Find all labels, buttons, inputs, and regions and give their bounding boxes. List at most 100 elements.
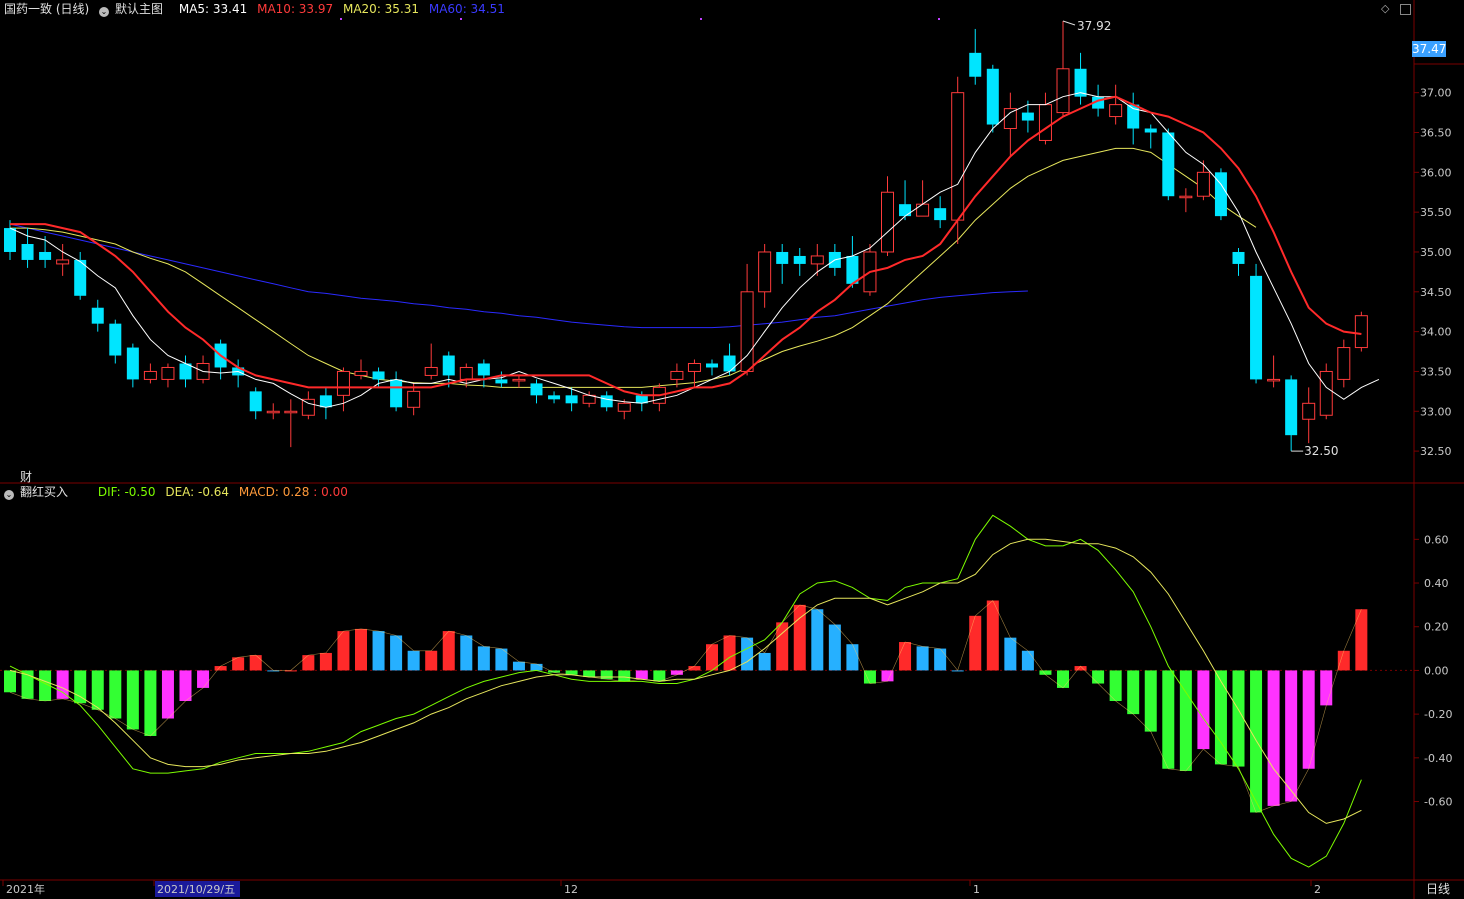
macd-bar [1162,670,1175,769]
candle-down [776,251,789,264]
candle-down [126,347,139,380]
candle-down [793,255,806,264]
candle-up [1109,104,1123,118]
price-tick-label: 36.00 [1420,166,1452,179]
macd-bar [337,631,350,671]
candle-down [530,383,543,396]
candle-down [846,255,859,284]
price-tick-label: 37.00 [1420,87,1452,100]
chevron-down-icon[interactable]: ⌄ [4,490,14,500]
macd-tick-label: 0.20 [1424,621,1449,634]
date-label: 2021年 [6,882,45,896]
price-tick-label: 34.00 [1420,326,1452,339]
candle-up [266,410,280,414]
macd-bar [372,631,385,671]
candle-down [986,68,999,125]
candle-down [600,395,613,408]
candle-down [372,371,385,380]
candle-up [758,251,772,293]
macd-bar [969,615,982,671]
candle-up [56,259,70,265]
candle-up [459,366,473,380]
diamond-icon[interactable]: ◇ [1381,2,1389,15]
macd-bar [811,609,824,671]
candle-up [687,362,701,372]
candle-down [1021,112,1034,121]
candle-down [1144,128,1157,133]
candle-up [143,370,157,380]
macd-bar [828,624,841,671]
chevron-down-icon[interactable]: ⌄ [99,7,110,17]
candle-up [1003,108,1017,130]
macd-bar [1250,670,1263,813]
dea-readout: DEA: -0.64 [165,485,230,499]
macd-bar [4,670,16,693]
macd-bar [1057,670,1069,688]
macd-bar [600,670,613,680]
macd-bar [706,644,718,671]
template-label: 默认主图 [115,2,164,16]
macd-bar [249,655,262,671]
signal-marker [460,18,462,20]
macd-bar [1337,650,1350,671]
macd-bar [1144,670,1157,732]
ma10-readout: MA10: 33.97 [257,2,334,16]
dif-readout: DIF: -0.50 [97,485,156,499]
ma60-readout: MA60: 34.51 [428,2,505,16]
macd-bar [126,670,139,730]
macd-bar [863,670,876,684]
macd-bar [530,663,543,671]
candle-down [1285,379,1298,436]
template-selector[interactable]: ⌄ 默认主图 [99,2,169,17]
high-annotation: 37.92 [1077,19,1111,33]
candle-up [284,410,298,414]
macd-bar [161,670,174,719]
candle-up [407,390,421,408]
macd-tick-label: 0.40 [1424,577,1449,590]
candle-up [810,255,824,265]
macd-bar [179,670,192,702]
maximize-icon[interactable] [1400,4,1411,15]
candle-down [969,52,982,77]
date-label: 1 [973,883,980,896]
macd-bar [1074,666,1087,671]
macd-bar [109,670,122,719]
macd-bar [477,646,490,671]
stock-chart[interactable]: 37.00 36.50 36.00 35.50 35.00 34.50 34.00 33.50… [0,0,1464,899]
dif-line [9,514,1362,868]
macd-tick-label: -0.40 [1424,752,1452,765]
candle-down [442,355,455,376]
current-price-tag: 37.47 [1412,41,1447,57]
finance-marker[interactable]: 财 [20,468,32,485]
macd-tick-label: 0.60 [1424,533,1449,546]
candle-up [336,370,350,396]
price-tick-label: 35.50 [1420,206,1452,219]
candle-down [495,379,508,384]
period-label[interactable]: 日线 [1426,882,1450,896]
candle-down [109,323,122,356]
price-tick-label: 35.00 [1420,246,1452,259]
macd-bar [1267,670,1280,806]
macd-bar [1127,670,1140,715]
candle-up [301,398,315,416]
macd-bar [390,635,403,671]
macd-bar [425,650,438,671]
candle-up [951,92,965,221]
stock-title[interactable]: 国药一致 (日线) [4,2,89,16]
candle-up [161,366,175,380]
indicator-selector[interactable]: ⌄ 翻红买入 [4,485,74,500]
macd-tick-label: 0.00 [1424,664,1449,677]
candle-down [1250,275,1263,380]
candle-up [1179,195,1193,199]
candle-up [881,191,894,253]
macd-bar [442,631,455,671]
macd-bar [355,628,367,671]
candle-down [565,395,578,404]
date-label: 2 [1314,883,1321,896]
macd-bar [1092,670,1105,684]
macd-bar [741,637,754,671]
macd-outline [9,600,1362,813]
price-tick-label: 32.50 [1420,445,1452,458]
candle-up [1354,315,1368,349]
macd-bar [758,652,771,671]
